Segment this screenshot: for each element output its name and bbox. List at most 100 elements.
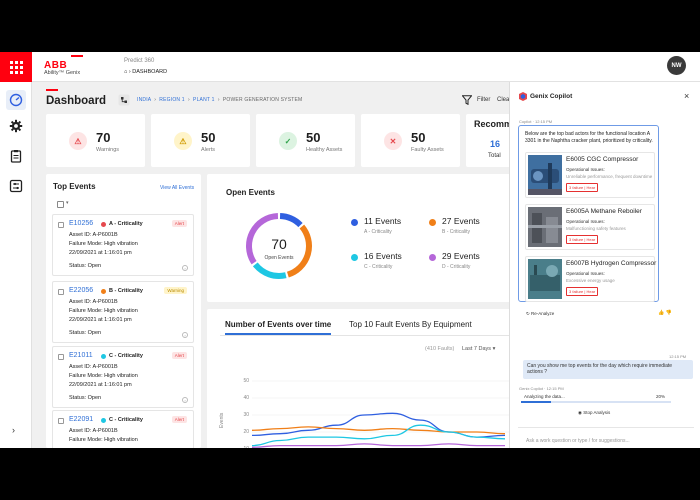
asset-card[interactable]: E6007B Hydrogen Compressor Operational I… xyxy=(525,256,656,302)
tab-events-over-time[interactable]: Number of Events over time xyxy=(225,320,331,329)
asset-issue-description: Unreliable performance, frequent downtim… xyxy=(566,174,653,179)
hierarchy-level-country[interactable]: INDIA xyxy=(137,97,151,103)
nav-configuration[interactable] xyxy=(6,176,26,196)
thumbs-down-icon[interactable]: 👎 xyxy=(666,310,672,316)
legend-dot xyxy=(351,219,358,226)
select-all-checkbox[interactable] xyxy=(57,201,64,208)
donut-segment-2[interactable] xyxy=(252,262,287,279)
open-event-icon[interactable]: › xyxy=(182,397,188,403)
kpi-healthy-assets[interactable]: ✓ 50 Healthy Assets xyxy=(256,114,355,167)
copilot-title: Genix Copilot xyxy=(530,93,573,100)
nav-settings[interactable] xyxy=(6,116,26,136)
event-criticality: C - Criticality xyxy=(109,417,143,423)
donut-segment-1[interactable] xyxy=(286,224,312,278)
y-tick: 20 xyxy=(243,429,249,435)
legend-dot xyxy=(351,254,358,261)
copilot-logo-icon xyxy=(519,92,527,101)
kpi-alerts[interactable]: ⚠ 50 Alerts xyxy=(151,114,250,167)
event-checkbox[interactable] xyxy=(58,354,64,360)
event-card[interactable]: E10256 A - Criticality Alert Asset ID: A… xyxy=(52,214,194,276)
kpi-warnings[interactable]: ⚠ 70 Warnings xyxy=(46,114,145,167)
faults-count: (410 Faults) xyxy=(425,346,455,352)
asset-card[interactable]: E6005A Methane Reboiler Operational Issu… xyxy=(525,204,655,250)
y-tick: 40 xyxy=(243,395,249,401)
stop-analysis-button[interactable]: ◉ Stop Analysis xyxy=(578,410,610,416)
event-card[interactable]: E22091 C - Criticality Alert Asset ID: A… xyxy=(52,410,194,448)
open-event-icon[interactable]: › xyxy=(182,265,188,271)
asset-issue-description: Malfunctioning safety features xyxy=(566,226,626,231)
breadcrumb-current: DASHBOARD xyxy=(132,69,168,75)
event-date: 22/09/2021 at 1:16:01 pm xyxy=(69,250,132,256)
event-id[interactable]: E21011 xyxy=(69,352,93,359)
open-event-icon[interactable]: › xyxy=(182,332,188,338)
event-date: 22/09/2021 at 1:16:01 pm xyxy=(69,317,132,323)
hierarchy-icon[interactable] xyxy=(118,94,130,106)
reanalyze-button[interactable]: ↻ Re-Analyze xyxy=(526,311,554,317)
filter-icon[interactable] xyxy=(462,95,472,105)
asset-image xyxy=(528,155,562,195)
event-id[interactable]: E10256 xyxy=(69,220,93,227)
product-name: Ability™ Genix xyxy=(44,70,81,76)
event-id[interactable]: E22056 xyxy=(69,287,93,294)
app-name[interactable]: Predict 360 xyxy=(124,58,154,64)
hierarchy-level-region[interactable]: REGION 1 xyxy=(159,97,185,103)
asset-failure-button[interactable]: 3 failure | Hear xyxy=(566,287,599,296)
asset-failure-button[interactable]: 3 failure | Hear xyxy=(566,235,599,244)
event-asset: Asset ID: A-P6001B xyxy=(69,299,118,305)
expand-nav-icon[interactable]: › xyxy=(12,425,15,435)
asset-card[interactable]: E6005 CGC Compressor Operational Issues:… xyxy=(525,152,655,198)
filter-button[interactable]: Filter xyxy=(477,97,490,103)
date-range-select[interactable]: Last 7 Days ▾ xyxy=(462,346,495,352)
copilot-input[interactable]: Ask a work question or type / for sugges… xyxy=(518,427,694,448)
kpi-faulty-assets[interactable]: ✕ 50 Faulty Assets xyxy=(361,114,460,167)
app-launcher-icon[interactable] xyxy=(0,52,32,82)
analyzing-meta: Genix Copilot · 12:15 PM xyxy=(519,386,564,391)
event-status: Status: Open xyxy=(69,395,102,401)
event-failure-mode: Failure Mode: High vibration xyxy=(69,308,138,314)
app-window: ABB Ability™ Genix Predict 360 ⌂ › DASHB… xyxy=(0,52,700,448)
asset-name: E6005 CGC Compressor xyxy=(566,156,639,163)
view-all-events-link[interactable]: View All Events xyxy=(160,185,194,191)
y-tick: 50 xyxy=(243,378,249,384)
legend-dot xyxy=(429,219,436,226)
event-status: Status: Open xyxy=(69,330,102,336)
copilot-panel: Genix Copilot × Copilot · 12:15 PM Below… xyxy=(509,82,700,448)
kpi-label: Healthy Assets xyxy=(306,147,343,153)
asset-failure-button[interactable]: 3 failure | Hear xyxy=(566,183,599,192)
gear-icon xyxy=(9,119,23,133)
y-tick: 30 xyxy=(243,412,249,418)
chevron-down-icon[interactable]: ▾ xyxy=(66,200,69,206)
legend-label: A - Criticality xyxy=(364,229,392,235)
top-bar: ABB Ability™ Genix Predict 360 ⌂ › DASHB… xyxy=(0,52,700,82)
status-badge: Alert xyxy=(171,352,187,359)
event-checkbox[interactable] xyxy=(58,418,64,424)
event-checkbox[interactable] xyxy=(58,289,64,295)
nav-reports[interactable] xyxy=(6,146,26,166)
close-icon[interactable]: × xyxy=(684,91,689,101)
event-checkbox[interactable] xyxy=(58,222,64,228)
recommendations-total: 16 xyxy=(490,139,501,149)
series-line-0 xyxy=(252,412,506,438)
tab-top-fault-events[interactable]: Top 10 Fault Events By Equipment xyxy=(349,320,472,329)
donut-segment-0[interactable] xyxy=(279,213,303,228)
kpi-value: 50 xyxy=(201,130,216,145)
event-card[interactable]: E22056 B - Criticality Warning Asset ID:… xyxy=(52,281,194,343)
status-badge: Alert xyxy=(171,416,187,423)
thumbs-up-icon[interactable]: 👍 xyxy=(658,310,664,316)
event-asset: Asset ID: A-P6001B xyxy=(69,232,118,238)
asset-issue-description: Excessive energy usage xyxy=(566,278,615,283)
event-asset: Asset ID: A-P6001B xyxy=(69,364,118,370)
legend-label: B - Criticality xyxy=(442,229,471,235)
kpi-value: 50 xyxy=(306,130,321,145)
status-badge: Alert xyxy=(171,220,187,227)
event-card[interactable]: E21011 C - Criticality Alert Asset ID: A… xyxy=(52,346,194,408)
avatar[interactable]: NW xyxy=(667,56,686,75)
home-icon[interactable]: ⌂ xyxy=(124,69,127,75)
event-id[interactable]: E22091 xyxy=(69,416,93,423)
title-accent xyxy=(46,89,58,91)
nav-dashboard[interactable] xyxy=(6,90,26,110)
page-title: Dashboard xyxy=(46,95,107,107)
criticality-dot xyxy=(101,289,106,294)
y-tick: 10 xyxy=(239,446,249,448)
hierarchy-level-plant[interactable]: PLANT 1 xyxy=(193,97,215,103)
